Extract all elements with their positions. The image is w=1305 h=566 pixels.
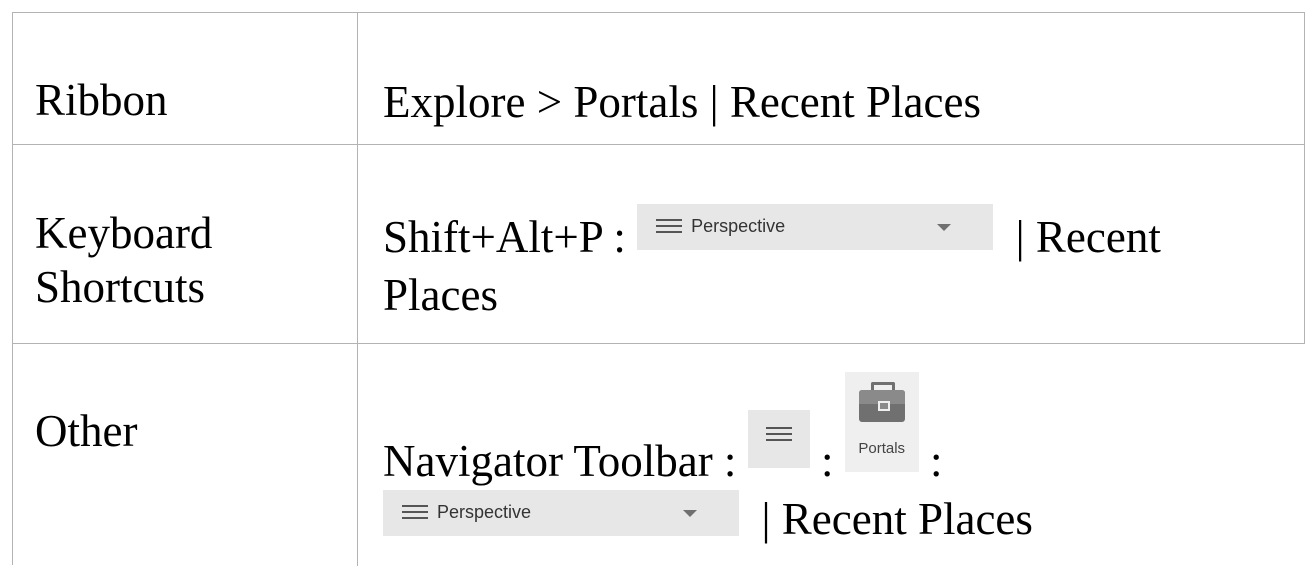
table-row-other: Other Navigator Toolbar : : Portals : Pe… — [13, 344, 1305, 566]
keyboard-value-line2: Places — [383, 270, 498, 320]
briefcase-clasp — [877, 401, 890, 411]
keyboard-shortcuts-label: Keyboard Shortcuts — [35, 206, 212, 314]
ribbon-label: Ribbon — [35, 75, 168, 125]
chevron-down-icon — [937, 224, 952, 231]
navigator-menu-button[interactable] — [747, 410, 810, 468]
table-row-keyboard-shortcuts: Keyboard Shortcuts Shift+Alt+P : Perspec… — [13, 145, 1305, 344]
table-row-ribbon: Ribbon Explore > Portals | Recent Places — [13, 13, 1305, 145]
recent-text — [993, 212, 1016, 262]
recent-places-text: | Recent — [1015, 212, 1161, 262]
navigator-toolbar-text: Navigator Toolbar : — [383, 436, 748, 486]
keyboard-label-line2: Shortcuts — [35, 262, 206, 312]
hamburger-menu-icon — [656, 219, 683, 233]
perspective-dropdown[interactable]: Perspective — [383, 490, 739, 536]
perspective-label: Perspective — [437, 502, 532, 522]
keyboard-value-line1: Shift+Alt+P : Perspective | Recent — [383, 204, 1161, 266]
perspective-dropdown[interactable]: Perspective — [637, 204, 994, 250]
access-table: Ribbon Explore > Portals | Recent Places… — [12, 12, 1305, 566]
ribbon-path: Explore > Portals | Recent Places — [383, 77, 981, 127]
other-value-line2: Perspective | Recent Places — [383, 490, 1033, 548]
other-label: Other — [35, 406, 138, 456]
separator-text-2: : — [918, 436, 943, 486]
portals-button[interactable]: Portals — [844, 372, 919, 472]
separator-text: : — [809, 436, 845, 486]
other-value-line1: Navigator Toolbar : : Portals : — [383, 372, 1033, 490]
other-value: Navigator Toolbar : : Portals : Perspect… — [383, 372, 1033, 548]
keyboard-shortcuts-value: Shift+Alt+P : Perspective | Recent Place… — [383, 204, 1161, 324]
hamburger-menu-icon — [765, 427, 792, 441]
shortcut-text: Shift+Alt+P : — [383, 212, 638, 262]
perspective-label: Perspective — [691, 216, 786, 236]
hamburger-menu-icon — [402, 505, 428, 519]
portals-label: Portals — [858, 440, 906, 457]
keyboard-label-line1: Keyboard — [35, 208, 213, 258]
recent-places-text: | Recent Places — [761, 494, 1033, 544]
chevron-down-icon — [683, 510, 697, 517]
